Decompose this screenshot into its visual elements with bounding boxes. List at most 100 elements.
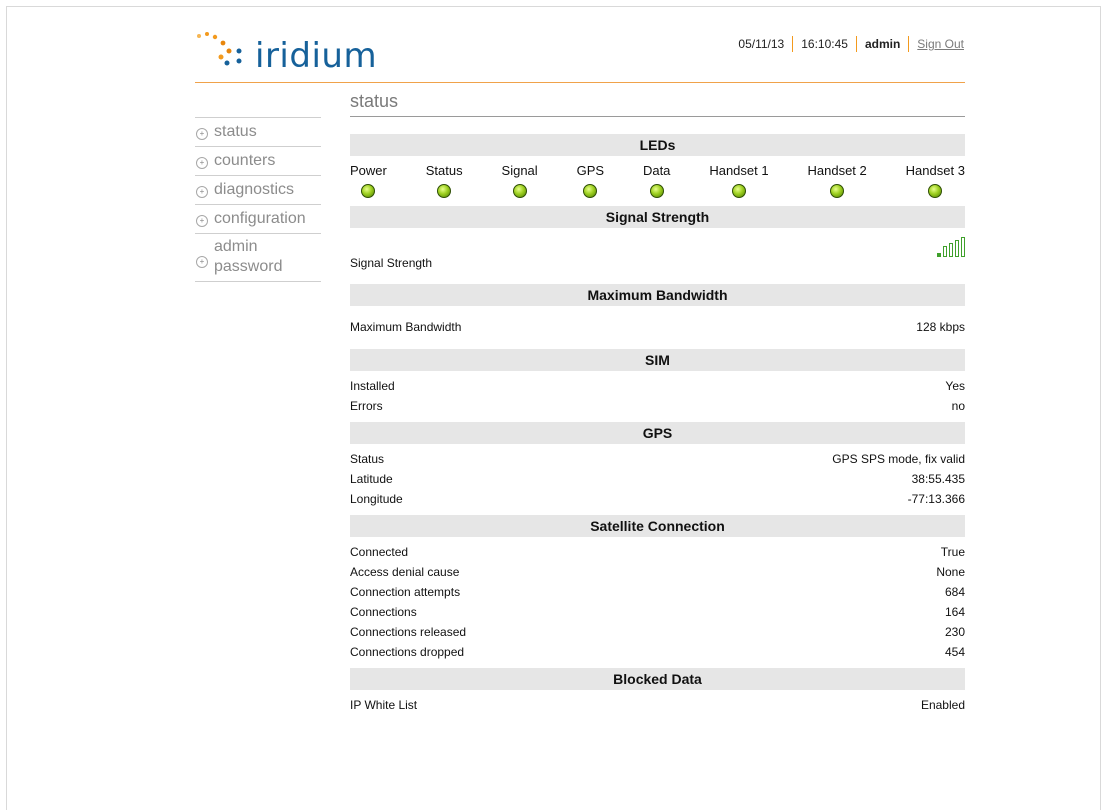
- row-value: no: [951, 399, 965, 413]
- signal-bar: [949, 243, 953, 257]
- row-value: 684: [944, 585, 965, 599]
- led-indicator: Status: [426, 163, 463, 206]
- row-value: 38:55.435: [911, 472, 965, 486]
- sidebar-item-label: configuration: [214, 210, 306, 227]
- satellite-section-header: Satellite Connection: [350, 515, 965, 537]
- expand-icon: +: [196, 157, 208, 169]
- signal-bar: [955, 240, 959, 257]
- sidebar-item-configuration[interactable]: + configuration: [195, 204, 321, 233]
- signal-section-header: Signal Strength: [350, 206, 965, 228]
- logo-dots-icon: [197, 32, 242, 66]
- table-row: Latitude 38:55.435: [350, 469, 965, 489]
- row-value: GPS SPS mode, fix valid: [832, 452, 965, 466]
- led-label: Data: [642, 163, 671, 178]
- main-content: status LEDs Power Status Signal GPS Data Hand…: [350, 91, 965, 721]
- row-label: Maximum Bandwidth: [350, 320, 462, 334]
- signal-bar: [937, 253, 941, 257]
- table-row: Connection attempts 684: [350, 582, 965, 602]
- led-label: Signal: [501, 163, 538, 178]
- table-row: Status GPS SPS mode, fix valid: [350, 449, 965, 469]
- row-label: Connections released: [350, 625, 467, 639]
- signal-bar: [961, 237, 965, 257]
- signal-row: Signal Strength: [350, 228, 965, 278]
- sidebar-item-label: counters: [214, 152, 276, 169]
- sim-section-header: SIM: [350, 349, 965, 371]
- led-label: Power: [350, 163, 387, 178]
- table-row: Errors no: [350, 396, 965, 416]
- led-indicator: Power: [350, 163, 387, 206]
- expand-icon: +: [196, 186, 208, 198]
- row-label: Longitude: [350, 492, 403, 506]
- row-label: Installed: [350, 379, 395, 393]
- row-label: Connections: [350, 605, 417, 619]
- led-light-icon: [583, 184, 598, 198]
- sidebar-item-status[interactable]: + status: [195, 117, 321, 146]
- table-row: IP White List Enabled: [350, 695, 965, 715]
- iridium-logo: iridium: [195, 30, 395, 76]
- row-value: 128 kbps: [916, 320, 965, 334]
- led-indicator: Signal: [502, 163, 538, 206]
- bandwidth-section-header: Maximum Bandwidth: [350, 284, 965, 306]
- gps-rows: Status GPS SPS mode, fix valid Latitude 38:…: [350, 444, 965, 515]
- table-row: Connected True: [350, 542, 965, 562]
- sidebar-item-admin-password[interactable]: + admin password: [195, 233, 321, 282]
- row-value: Yes: [945, 379, 965, 393]
- led-label: Handset 1: [709, 163, 769, 178]
- row-value: True: [940, 545, 965, 559]
- signal-bars-icon: [937, 237, 965, 278]
- sidebar-item-label: admin password: [214, 238, 283, 275]
- page-title: status: [350, 91, 965, 117]
- signal-bar: [943, 246, 947, 257]
- row-value: None: [936, 565, 965, 579]
- row-label: Connection attempts: [350, 585, 461, 599]
- sidebar-item-counters[interactable]: + counters: [195, 146, 321, 175]
- table-row: Access denial cause None: [350, 562, 965, 582]
- table-row: Maximum Bandwidth 128 kbps: [350, 317, 965, 337]
- led-indicator: Handset 2: [808, 163, 867, 206]
- expand-icon: +: [196, 256, 208, 268]
- row-label: Status: [350, 452, 385, 466]
- led-panel: Power Status Signal GPS Data Handset 1 Handset…: [350, 156, 965, 206]
- table-row: Longitude -77:13.366: [350, 489, 965, 509]
- satellite-rows: Connected True Access denial cause None Conn…: [350, 537, 965, 668]
- table-row: Connections 164: [350, 602, 965, 622]
- led-light-icon: [512, 184, 527, 198]
- signal-label: Signal Strength: [350, 256, 433, 270]
- row-value: Enabled: [920, 698, 965, 712]
- table-row: Connections dropped 454: [350, 642, 965, 662]
- blocked-rows: IP White List Enabled: [350, 690, 965, 721]
- sidebar-nav: + status + counters + diagnostics + conf…: [195, 117, 321, 282]
- led-label: Handset 2: [807, 163, 867, 178]
- sign-out-link[interactable]: Sign Out: [909, 37, 964, 51]
- sidebar-item-label: status: [214, 123, 257, 140]
- led-indicator: GPS: [577, 163, 604, 206]
- brand-name: iridium: [255, 36, 378, 76]
- led-label: Status: [425, 163, 463, 178]
- row-label: Latitude: [350, 472, 393, 486]
- gps-section-header: GPS: [350, 422, 965, 444]
- row-value: 164: [944, 605, 965, 619]
- row-label: IP White List: [350, 698, 418, 712]
- current-time: 16:10:45: [801, 37, 848, 51]
- led-light-icon: [830, 184, 845, 198]
- expand-icon: +: [196, 128, 208, 140]
- expand-icon: +: [196, 215, 208, 227]
- sidebar-item-label: diagnostics: [214, 181, 295, 198]
- led-light-icon: [437, 184, 452, 198]
- led-indicator: Handset 3: [906, 163, 965, 206]
- row-value: 230: [944, 625, 965, 639]
- row-value: -77:13.366: [907, 492, 965, 506]
- row-label: Access denial cause: [350, 565, 460, 579]
- led-label: GPS: [576, 163, 605, 178]
- led-indicator: Data: [643, 163, 670, 206]
- header-divider: [195, 82, 965, 83]
- led-indicator: Handset 1: [709, 163, 769, 206]
- blocked-section-header: Blocked Data: [350, 668, 965, 690]
- row-label: Connections dropped: [350, 645, 465, 659]
- row-value: 454: [944, 645, 965, 659]
- leds-section-header: LEDs: [350, 134, 965, 156]
- current-date: 05/11/13: [738, 37, 785, 51]
- led-label: Handset 3: [905, 163, 965, 178]
- sidebar-item-diagnostics[interactable]: + diagnostics: [195, 175, 321, 204]
- row-label: Connected: [350, 545, 409, 559]
